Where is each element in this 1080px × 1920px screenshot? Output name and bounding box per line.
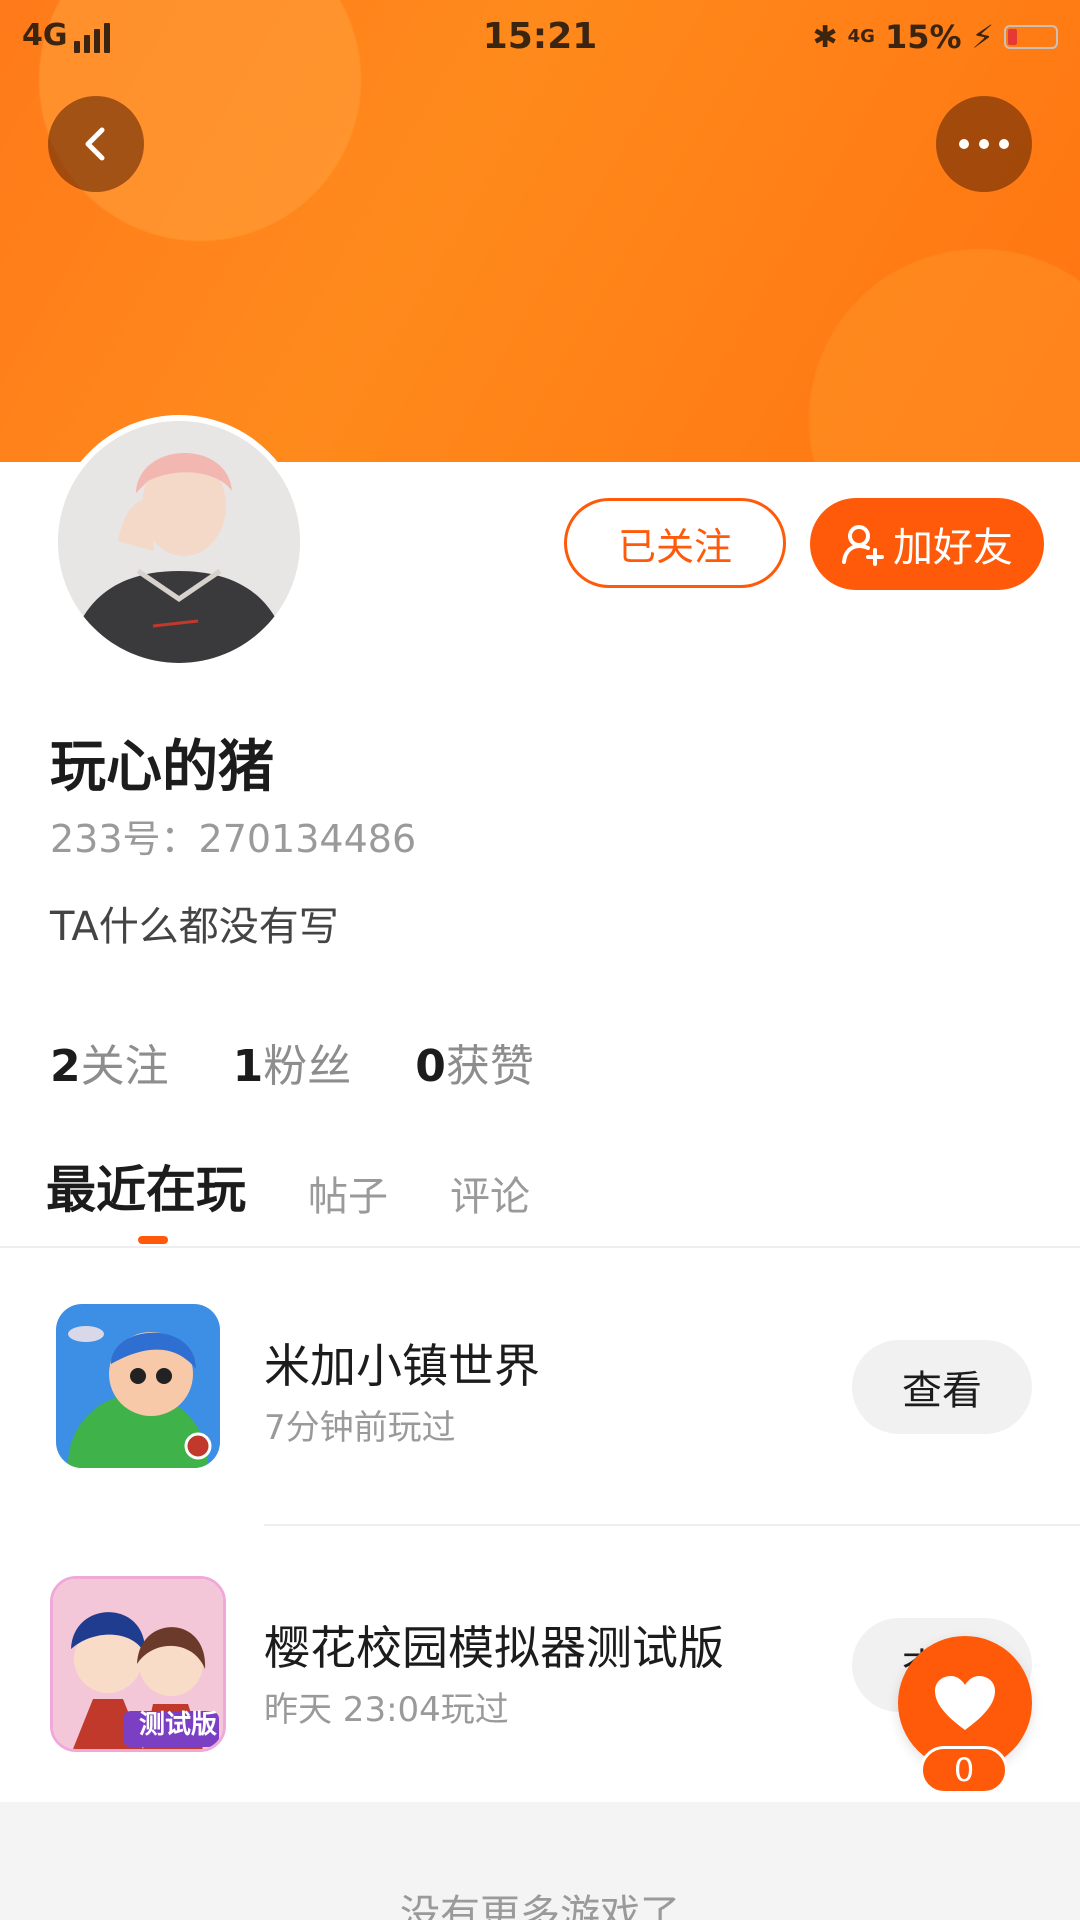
battery-percent: 15%	[884, 18, 962, 56]
stat-label: 关注	[80, 1041, 169, 1092]
back-button[interactable]	[48, 96, 144, 192]
status-right: ✱ 4G 15% ⚡	[812, 18, 1058, 56]
game-last-played: 昨天 23:04玩过	[264, 1690, 509, 1730]
add-friend-button[interactable]: 加好友	[810, 498, 1044, 590]
list-item[interactable]: 米加小镇世界 7分钟前玩过 查看	[0, 1280, 1080, 1500]
game-title: 樱花校园模拟器测试版	[264, 1621, 724, 1675]
stat-likes[interactable]: 0获赞	[415, 1030, 534, 1094]
add-user-icon	[842, 525, 884, 566]
tab-recently-played[interactable]: 最近在玩	[46, 1150, 246, 1222]
divider	[264, 1524, 1080, 1526]
stat-label: 粉丝	[263, 1041, 352, 1092]
no-more-games-text: 没有更多游戏了	[400, 1892, 680, 1920]
user-bio: TA什么都没有写	[50, 904, 339, 950]
stat-number: 0	[415, 1041, 446, 1092]
heart-icon	[935, 1676, 995, 1730]
game-title: 米加小镇世界	[264, 1339, 540, 1393]
profile-tabs: 最近在玩 帖子 评论	[46, 1150, 530, 1222]
divider	[0, 1246, 1080, 1248]
chevron-left-icon	[85, 127, 105, 161]
charging-icon: ⚡	[971, 18, 994, 56]
user-name: 玩心的猪	[50, 735, 274, 800]
like-count: 0	[920, 1746, 1008, 1794]
more-button[interactable]	[936, 96, 1032, 192]
avatar[interactable]	[52, 415, 306, 669]
game-last-played: 7分钟前玩过	[264, 1408, 456, 1448]
user-id: 233号：270134486	[50, 817, 417, 861]
battery-icon	[1004, 25, 1058, 49]
avatar-image	[58, 421, 300, 663]
status-bar: 4G 15:21 ✱ 4G 15% ⚡	[0, 0, 1080, 76]
stat-following[interactable]: 2关注	[50, 1030, 169, 1094]
add-friend-label: 加好友	[893, 525, 1013, 571]
following-button[interactable]: 已关注	[564, 498, 786, 588]
stat-label: 获赞	[445, 1041, 534, 1092]
more-horizontal-icon	[959, 139, 1009, 149]
view-button[interactable]: 查看	[852, 1340, 1032, 1434]
list-footer: 没有更多游戏了	[0, 1802, 1080, 1920]
game-icon-toca-world	[56, 1304, 220, 1468]
tab-indicator	[138, 1236, 168, 1244]
stat-followers[interactable]: 1粉丝	[233, 1030, 352, 1094]
network-right-label: 4G	[847, 26, 875, 47]
profile-stats: 2关注 1粉丝 0获赞	[50, 1030, 534, 1094]
test-version-badge: 测试版	[138, 1710, 217, 1740]
stat-number: 1	[232, 1041, 264, 1092]
stat-number: 2	[50, 1041, 81, 1092]
game-icon-sakura-school: 测试版	[50, 1576, 226, 1752]
bluetooth-icon: ✱	[812, 19, 838, 55]
tab-posts[interactable]: 帖子	[308, 1164, 388, 1222]
tab-comments[interactable]: 评论	[450, 1164, 530, 1222]
